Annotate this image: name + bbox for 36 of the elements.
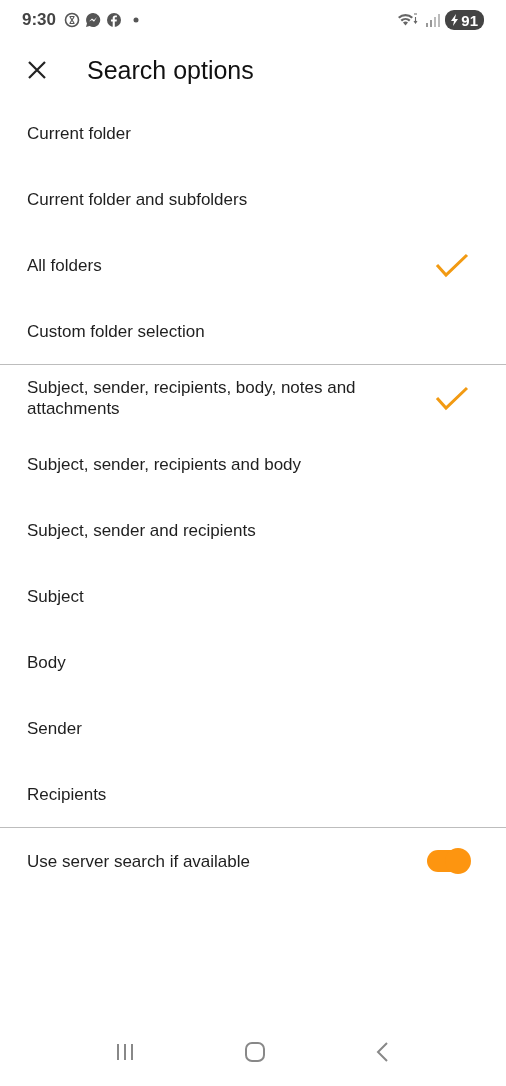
screen-title: Search options <box>87 55 254 85</box>
signal-icon <box>424 12 441 28</box>
option-label: Subject, sender and recipients <box>27 519 256 541</box>
dot-icon <box>133 17 140 23</box>
option-item[interactable]: Current folder and subfolders <box>0 166 506 232</box>
setting-label: Use server search if available <box>27 850 250 872</box>
option-item[interactable]: Sender <box>0 695 506 761</box>
close-icon <box>27 60 47 80</box>
toggle-switch[interactable] <box>427 850 469 872</box>
option-label: Body <box>27 651 66 673</box>
home-icon <box>243 1040 267 1064</box>
option-item[interactable]: Body <box>0 629 506 695</box>
bolt-icon <box>450 14 460 26</box>
option-label: Sender <box>27 717 82 739</box>
facebook-icon <box>106 12 123 28</box>
option-label: Current folder <box>27 122 131 144</box>
option-item[interactable]: All folders <box>0 232 506 298</box>
option-label: Subject, sender, recipients, body, notes and attachments <box>27 377 357 419</box>
battery-level: 91 <box>461 11 478 29</box>
option-label: Subject, sender, recipients and body <box>27 453 302 475</box>
option-label: All folders <box>27 254 102 276</box>
option-item[interactable]: Subject, sender, recipients, body, notes and attachments <box>0 365 506 431</box>
option-item[interactable]: Current folder <box>0 100 506 166</box>
wifi-icon <box>397 12 420 28</box>
option-item[interactable]: Subject <box>0 563 506 629</box>
option-item[interactable]: Custom folder selection <box>0 298 506 364</box>
timer-icon <box>64 12 81 28</box>
option-item[interactable]: Recipients <box>0 761 506 827</box>
option-label: Current folder and subfolders <box>27 188 248 210</box>
option-label: Subject <box>27 585 84 607</box>
option-item[interactable]: Subject, sender, recipients and body <box>0 431 506 497</box>
messenger-icon <box>85 12 102 28</box>
option-label: Recipients <box>27 783 107 805</box>
option-label: Custom folder selection <box>27 320 205 342</box>
option-item[interactable]: Subject, sender and recipients <box>0 497 506 563</box>
status-time: 9:30 <box>22 10 57 30</box>
